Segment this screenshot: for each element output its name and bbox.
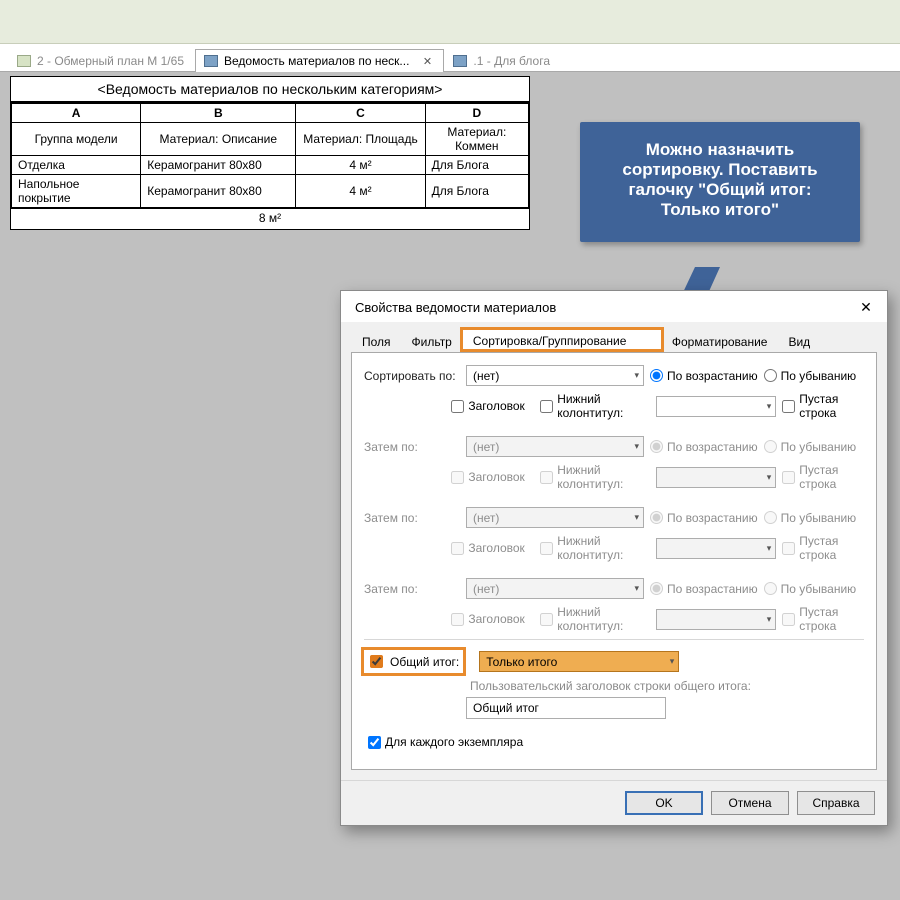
footer-select[interactable]: ▾: [656, 396, 776, 417]
footer-select[interactable]: ▾: [656, 467, 776, 488]
sort-by-select[interactable]: (нет)▾: [466, 365, 644, 386]
blank-line-checkbox[interactable]: Пустая строка: [782, 463, 864, 491]
footer-checkbox[interactable]: Нижний колонтитул:: [540, 463, 650, 491]
col-letter[interactable]: D: [425, 104, 528, 123]
cancel-button[interactable]: Отмена: [711, 791, 789, 815]
col-letter[interactable]: A: [12, 104, 141, 123]
tab-schedule[interactable]: Ведомость материалов по неск... ✕: [195, 49, 444, 72]
asc-radio[interactable]: По возрастанию: [650, 511, 758, 525]
then-by-select[interactable]: (нет)▾: [466, 578, 644, 599]
grand-total-select[interactable]: Только итого▾: [479, 651, 679, 672]
footer-select[interactable]: ▾: [656, 538, 776, 559]
tab-sort-group[interactable]: Сортировка/Группирование: [462, 329, 662, 350]
then-by-select[interactable]: (нет)▾: [466, 507, 644, 528]
tab-blog[interactable]: .1 - Для блога: [444, 49, 561, 72]
tab-filter[interactable]: Фильтр: [401, 329, 463, 353]
schedule-total: 8 м²: [11, 208, 529, 229]
grand-total-checkbox[interactable]: Общий итог:: [364, 650, 463, 673]
header-checkbox[interactable]: Заголовок: [451, 612, 524, 626]
sort-by-label: Сортировать по:: [364, 369, 460, 383]
then-by-label: Затем по:: [364, 511, 460, 525]
blank-line-checkbox[interactable]: Пустая строка: [782, 392, 864, 420]
schedule-table: A B C D Группа модели Материал: Описание…: [11, 103, 529, 208]
tab-label: 2 - Обмерный план М 1/65: [37, 54, 184, 68]
desc-radio[interactable]: По убыванию: [764, 440, 857, 454]
then-by-label: Затем по:: [364, 582, 460, 596]
close-icon[interactable]: ✕: [855, 299, 877, 316]
canvas: <Ведомость материалов по нескольким кате…: [0, 72, 900, 900]
close-icon[interactable]: ✕: [421, 55, 433, 67]
asc-radio[interactable]: По возрастанию: [650, 582, 758, 596]
custom-title-label: Пользовательский заголовок строки общего…: [470, 679, 864, 693]
col-header[interactable]: Материал: Коммен: [425, 123, 528, 156]
sort-pane: Сортировать по: (нет)▾ По возрастанию По…: [351, 353, 877, 770]
desc-radio[interactable]: По убыванию: [764, 582, 857, 596]
blank-line-checkbox[interactable]: Пустая строка: [782, 534, 864, 562]
footer-select[interactable]: ▾: [656, 609, 776, 630]
col-letter[interactable]: C: [296, 104, 425, 123]
header-checkbox[interactable]: Заголовок: [451, 470, 524, 484]
table-row[interactable]: Отделка Керамогранит 80х80 4 м² Для Блог…: [12, 156, 529, 175]
footer-checkbox[interactable]: Нижний колонтитул:: [540, 392, 650, 420]
tab-label: Ведомость материалов по неск...: [224, 54, 409, 68]
header-checkbox[interactable]: Заголовок: [451, 541, 524, 555]
help-button[interactable]: Справка: [797, 791, 875, 815]
ribbon-area: [0, 0, 900, 44]
annotation-callout: Можно назначить сортировку. Поставить га…: [580, 122, 860, 242]
schedule-properties-dialog: Свойства ведомости материалов ✕ Поля Фил…: [340, 290, 888, 826]
desc-radio[interactable]: По убыванию: [764, 511, 857, 525]
view-tabbar: 2 - Обмерный план М 1/65 Ведомость матер…: [0, 44, 900, 72]
tab-formatting[interactable]: Форматирование: [661, 329, 779, 353]
header-checkbox[interactable]: Заголовок: [451, 399, 524, 413]
view-icon: [17, 55, 31, 67]
tab-label: .1 - Для блога: [473, 54, 550, 68]
footer-checkbox[interactable]: Нижний колонтитул:: [540, 605, 650, 633]
col-letter[interactable]: B: [141, 104, 296, 123]
table-row[interactable]: Напольное покрытие Керамогранит 80х80 4 …: [12, 175, 529, 208]
desc-radio[interactable]: По убыванию: [764, 369, 857, 383]
col-header[interactable]: Материал: Площадь: [296, 123, 425, 156]
schedule-icon: [204, 55, 218, 67]
then-by-label: Затем по:: [364, 440, 460, 454]
grand-total-title-input[interactable]: [466, 697, 666, 719]
schedule-title: <Ведомость материалов по нескольким кате…: [11, 77, 529, 103]
asc-radio[interactable]: По возрастанию: [650, 369, 758, 383]
schedule-icon: [453, 55, 467, 67]
each-instance-checkbox[interactable]: Для каждого экземпляра: [368, 735, 523, 749]
tab-floorplan[interactable]: 2 - Обмерный план М 1/65: [8, 49, 195, 72]
dialog-tabs: Поля Фильтр Сортировка/Группирование Фор…: [351, 328, 877, 353]
schedule-panel: <Ведомость материалов по нескольким кате…: [10, 76, 530, 230]
col-header[interactable]: Группа модели: [12, 123, 141, 156]
then-by-select[interactable]: (нет)▾: [466, 436, 644, 457]
tab-fields[interactable]: Поля: [351, 329, 402, 353]
dialog-title: Свойства ведомости материалов: [355, 300, 556, 315]
dialog-buttons: OK Отмена Справка: [341, 780, 887, 825]
tab-view[interactable]: Вид: [777, 329, 821, 353]
footer-checkbox[interactable]: Нижний колонтитул:: [540, 534, 650, 562]
ok-button[interactable]: OK: [625, 791, 703, 815]
col-header[interactable]: Материал: Описание: [141, 123, 296, 156]
blank-line-checkbox[interactable]: Пустая строка: [782, 605, 864, 633]
asc-radio[interactable]: По возрастанию: [650, 440, 758, 454]
